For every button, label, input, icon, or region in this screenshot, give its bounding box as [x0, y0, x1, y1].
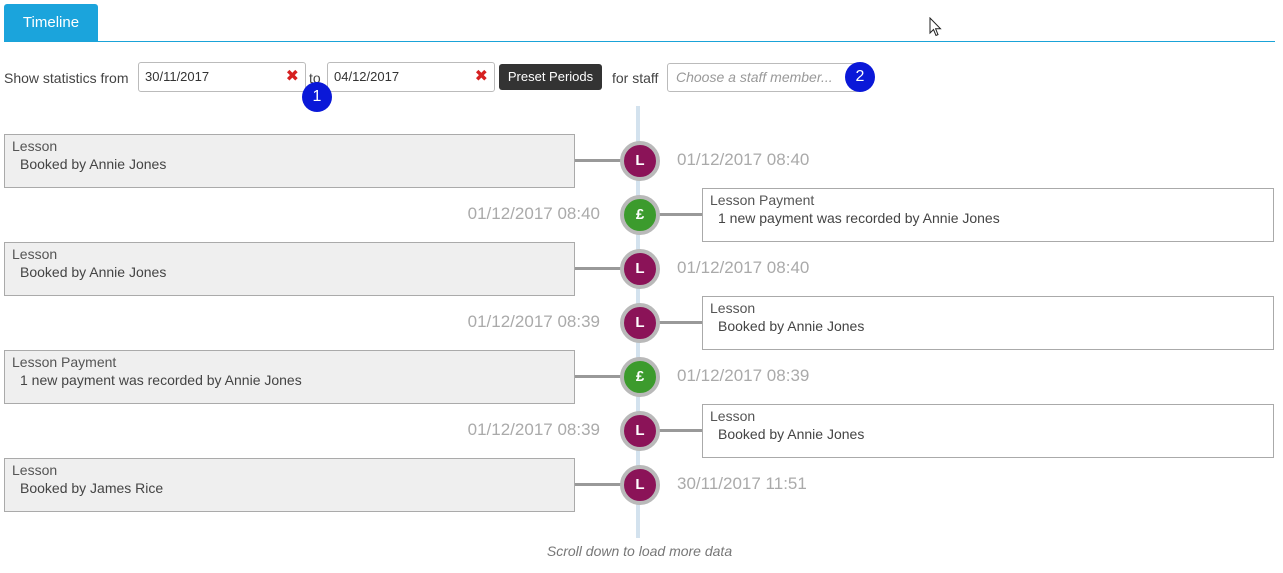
event-timestamp: 01/12/2017 08:39 — [677, 366, 810, 385]
event-description: Booked by Annie Jones — [20, 156, 167, 172]
show-statistics-label: Show statistics from — [4, 70, 129, 86]
event-title: Lesson — [710, 408, 756, 424]
event-card[interactable]: Lesson Booked by Annie Jones — [702, 296, 1274, 350]
mouse-cursor-icon — [929, 17, 942, 37]
event-description: 1 new payment was recorded by Annie Jone… — [718, 210, 1000, 226]
event-connector — [575, 483, 623, 486]
timeline-row: Lesson Booked by Annie Jones L 01/12/2017 0… — [0, 242, 1283, 296]
event-card[interactable]: Lesson Booked by Annie Jones — [4, 134, 575, 188]
event-card[interactable]: Lesson Booked by James Rice — [4, 458, 575, 512]
step-badge-2: 2 — [845, 62, 875, 92]
scroll-hint: Scroll down to load more data — [546, 543, 733, 559]
event-title: Lesson — [12, 138, 58, 154]
event-card[interactable]: Lesson Payment 1 new payment was recorded… — [4, 350, 575, 404]
event-title: Lesson — [12, 246, 58, 262]
lesson-l-icon: L — [620, 411, 660, 451]
event-timestamp: 01/12/2017 08:39 — [467, 312, 600, 331]
event-description: Booked by Annie Jones — [718, 426, 865, 442]
clear-to-date-icon[interactable]: ✖ — [475, 63, 488, 91]
event-timestamp: 01/12/2017 08:40 — [467, 204, 600, 223]
clear-from-date-icon[interactable]: ✖ — [286, 63, 299, 91]
timeline-row: Lesson Payment 1 new payment was recorded… — [0, 188, 1283, 242]
event-description: Booked by Annie Jones — [718, 318, 865, 334]
for-staff-label: for staff — [612, 70, 659, 86]
staff-select[interactable]: Choose a staff member... — [667, 63, 859, 92]
event-connector — [575, 159, 623, 162]
timeline-row: Lesson Booked by Annie Jones L 01/12/2017 0… — [0, 404, 1283, 458]
event-timestamp: 30/11/2017 11:51 — [677, 474, 807, 493]
lesson-l-icon: L — [620, 303, 660, 343]
event-description: Booked by Annie Jones — [20, 264, 167, 280]
lesson-l-icon: L — [620, 465, 660, 505]
event-timestamp: 01/12/2017 08:40 — [677, 258, 810, 277]
timeline-row: Lesson Payment 1 new payment was recorded… — [0, 350, 1283, 404]
tab-timeline[interactable]: Timeline — [4, 4, 98, 41]
timeline-row: Lesson Booked by Annie Jones L 01/12/2017 0… — [0, 134, 1283, 188]
event-card[interactable]: Lesson Booked by Annie Jones — [702, 404, 1274, 458]
event-connector — [575, 375, 623, 378]
from-date-input[interactable]: 30/11/2017 ✖ — [138, 62, 306, 92]
preset-periods-button[interactable]: Preset Periods — [499, 64, 602, 90]
event-description: Booked by James Rice — [20, 480, 164, 496]
to-date-input[interactable]: 04/12/2017 ✖ — [327, 62, 495, 92]
event-description: 1 new payment was recorded by Annie Jone… — [20, 372, 302, 388]
event-title: Lesson — [710, 300, 756, 316]
tab-bar: Timeline — [4, 4, 1275, 42]
to-date-value: 04/12/2017 — [334, 69, 400, 84]
from-date-value: 30/11/2017 — [145, 69, 210, 84]
event-connector — [575, 267, 623, 270]
payment-pound-icon: £ — [620, 357, 660, 397]
lesson-l-icon: L — [620, 249, 660, 289]
step-badge-1: 1 — [302, 82, 332, 112]
timeline-row: Lesson Booked by Annie Jones L 01/12/2017 0… — [0, 296, 1283, 350]
event-timestamp: 01/12/2017 08:40 — [677, 150, 810, 169]
timeline-row: Lesson Booked by James Rice L 30/11/2017 11… — [0, 458, 1283, 512]
payment-pound-icon: £ — [620, 195, 660, 235]
event-card[interactable]: Lesson Booked by Annie Jones — [4, 242, 575, 296]
event-card[interactable]: Lesson Payment 1 new payment was recorded… — [702, 188, 1274, 242]
event-title: Lesson — [12, 462, 58, 478]
event-title: Lesson Payment — [710, 192, 815, 208]
event-title: Lesson Payment — [12, 354, 117, 370]
event-timestamp: 01/12/2017 08:39 — [467, 420, 600, 439]
lesson-l-icon: L — [620, 141, 660, 181]
